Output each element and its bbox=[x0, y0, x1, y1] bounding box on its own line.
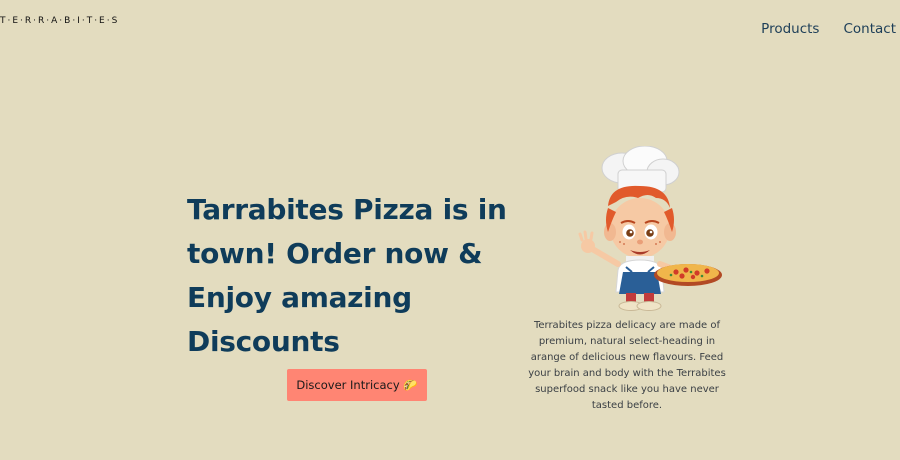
discover-button[interactable]: Discover Intricacy 🌮 bbox=[287, 369, 427, 401]
hero-description: Terrabites pizza delicacy are made of pr… bbox=[528, 320, 726, 411]
chef-hat bbox=[601, 146, 680, 193]
top-nav: Products Contact bbox=[761, 21, 896, 37]
nav-contact[interactable]: Contact bbox=[843, 21, 896, 37]
hero-headline: Tarrabites Pizza is in town! Order now &… bbox=[187, 193, 507, 358]
chef-illustration bbox=[578, 146, 722, 311]
pizza bbox=[654, 264, 722, 286]
brand-logo[interactable]: T·E·R·R·A·B·I·T·E·S bbox=[0, 16, 119, 26]
nav-products[interactable]: Products bbox=[761, 21, 819, 37]
